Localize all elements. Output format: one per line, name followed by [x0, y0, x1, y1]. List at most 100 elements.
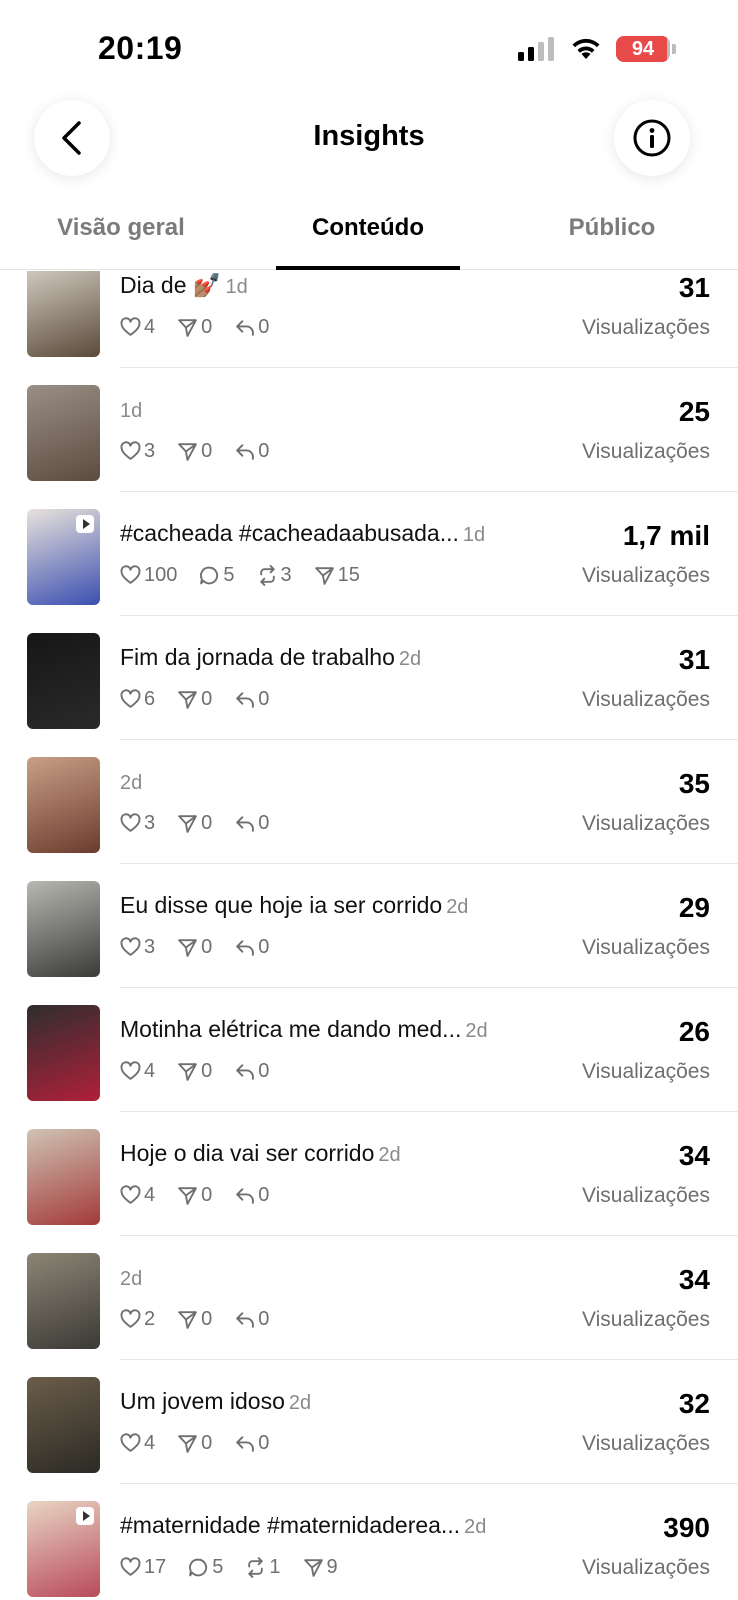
stat-send: 0	[177, 1184, 212, 1207]
stat-value: 0	[201, 688, 213, 710]
battery-tip	[672, 44, 676, 54]
content-row[interactable]: 2d 3 0 0 35 Visualizações	[0, 740, 738, 864]
stat-value: 0	[201, 1184, 213, 1206]
stat-value: 0	[258, 1308, 270, 1330]
comment-icon	[200, 566, 219, 585]
stat-value: 0	[201, 1308, 213, 1330]
stat-heart: 4	[120, 1184, 155, 1207]
views-label: Visualizações	[581, 564, 710, 587]
send-icon	[178, 1063, 197, 1081]
stat-value: 5	[223, 564, 235, 586]
post-stats: 4 0 0	[120, 1184, 291, 1207]
post-age: 2d	[120, 1268, 143, 1290]
heart-icon	[120, 813, 141, 832]
views-count: 26	[678, 1016, 710, 1047]
post-thumbnail[interactable]	[27, 1005, 100, 1101]
post-thumbnail[interactable]	[27, 757, 100, 853]
stat-value: 3	[144, 936, 156, 958]
content-list: Dia de 💅🏽 1d 4 0 0 31 Visualizações 1d 3 0 0 25 Visu…	[0, 271, 738, 1600]
tab-content[interactable]: Conteúdo	[246, 214, 490, 242]
reply-icon	[236, 444, 255, 460]
views-count: 31	[678, 644, 710, 675]
stat-heart: 2	[120, 1308, 155, 1331]
post-thumbnail[interactable]	[27, 1377, 100, 1473]
stat-value: 4	[144, 1432, 156, 1454]
stat-reply: 0	[234, 1432, 269, 1455]
post-thumbnail[interactable]	[27, 271, 100, 357]
views-label: Visualizações	[581, 1556, 710, 1579]
heart-icon	[120, 1061, 141, 1080]
stat-value: 0	[258, 316, 270, 338]
views-count: 31	[678, 272, 710, 303]
post-thumbnail[interactable]	[27, 385, 100, 481]
stat-value: 2	[144, 1308, 156, 1330]
post-caption: 2d	[120, 1264, 142, 1291]
post-thumbnail[interactable]	[27, 1501, 100, 1597]
stat-value: 0	[258, 1184, 270, 1206]
stat-reply: 0	[234, 440, 269, 463]
status-bar: 20:19 94	[0, 0, 738, 96]
stat-reply: 0	[234, 936, 269, 959]
content-row[interactable]: 2d 2 0 0 34 Visualizações	[0, 1236, 738, 1360]
content-row[interactable]: Hoje o dia vai ser corrido 2d 4 0 0 34 Visuali…	[0, 1112, 738, 1236]
content-row[interactable]: Motinha elétrica me dando med... 2d 4 0 0 26 V…	[0, 988, 738, 1112]
reply-icon	[236, 1188, 255, 1204]
stat-value: 0	[258, 812, 270, 834]
stat-value: 3	[280, 564, 292, 586]
tab-overview[interactable]: Visão geral	[0, 214, 242, 242]
post-thumbnail[interactable]	[27, 509, 100, 605]
reply-icon	[236, 816, 255, 832]
content-row[interactable]: #maternidade #maternidaderea... 2d 17 5 1 9 39…	[0, 1484, 738, 1600]
views-count: 390	[663, 1512, 710, 1543]
stat-heart: 3	[120, 936, 155, 959]
post-caption: #cacheada #cacheadaabusada... 1d	[120, 520, 485, 547]
post-age: 2d	[288, 1392, 312, 1414]
post-age: 2d	[120, 772, 143, 794]
stat-send: 0	[177, 1060, 212, 1083]
send-icon	[314, 567, 334, 585]
stat-value: 15	[337, 564, 360, 586]
views-count: 25	[678, 396, 710, 427]
post-age: 2d	[398, 648, 422, 670]
tab-bar: Visão geral Conteúdo Público	[0, 200, 738, 270]
stat-heart: 3	[120, 812, 155, 835]
post-age: 1d	[120, 400, 143, 422]
content-row[interactable]: Um jovem idoso 2d 4 0 0 32 Visualizações	[0, 1360, 738, 1484]
content-row[interactable]: Eu disse que hoje ia ser corrido 2d 3 0 0 29 V…	[0, 864, 738, 988]
post-stats: 3 0 0	[120, 812, 291, 835]
views-label: Visualizações	[581, 812, 710, 835]
post-thumbnail[interactable]	[27, 633, 100, 729]
content-row[interactable]: Fim da jornada de trabalho 2d 6 0 0 31 Visuali…	[0, 616, 738, 740]
post-caption: Dia de 💅🏽 1d	[120, 272, 248, 299]
content-row[interactable]: Dia de 💅🏽 1d 4 0 0 31 Visualizações	[0, 271, 738, 368]
views-label: Visualizações	[581, 440, 710, 463]
content-row[interactable]: 1d 3 0 0 25 Visualizações	[0, 368, 738, 492]
post-stats: 3 0 0	[120, 936, 291, 959]
info-button[interactable]	[614, 100, 690, 176]
video-icon	[76, 1507, 94, 1525]
battery-level: 94	[631, 37, 655, 60]
stat-value: 17	[144, 1556, 167, 1578]
post-thumbnail[interactable]	[27, 1129, 100, 1225]
heart-icon	[120, 565, 141, 584]
content-list-viewport[interactable]: Dia de 💅🏽 1d 4 0 0 31 Visualizações 1d 3 0 0 25 Visu…	[0, 271, 738, 1600]
status-time: 20:19	[98, 30, 183, 66]
stat-reply: 0	[234, 1060, 269, 1083]
stat-send: 0	[177, 316, 212, 339]
stat-value: 4	[144, 1060, 156, 1082]
content-row[interactable]: #cacheada #cacheadaabusada... 1d 100 5 3 15 1,…	[0, 492, 738, 616]
post-thumbnail[interactable]	[27, 1253, 100, 1349]
send-icon	[178, 691, 197, 709]
post-age: 2d	[378, 1144, 401, 1166]
stat-value: 6	[144, 688, 156, 710]
views-label: Visualizações	[581, 316, 710, 339]
battery-icon: 94	[616, 36, 670, 62]
tab-audience[interactable]: Público	[490, 214, 734, 242]
wifi-icon	[572, 38, 600, 59]
reply-icon	[236, 1436, 255, 1452]
heart-icon	[120, 1433, 141, 1452]
repost-icon	[248, 1557, 264, 1578]
stat-send: 15	[314, 564, 360, 587]
active-tab-indicator	[276, 266, 460, 270]
post-thumbnail[interactable]	[27, 881, 100, 977]
